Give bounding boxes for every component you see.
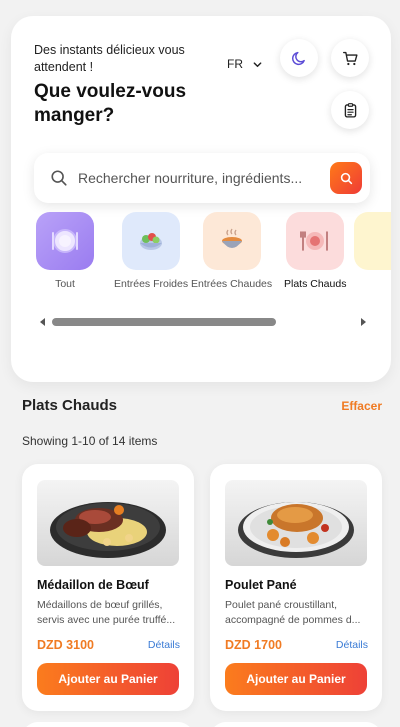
scrollbar-thumb[interactable] [52, 318, 276, 326]
product-description-line: Médaillons de bœuf grillés, [37, 599, 163, 611]
category-tile [36, 212, 94, 270]
scroll-right-icon[interactable] [358, 317, 368, 327]
search-icon [340, 172, 352, 184]
product-description-line: servis avec une purée truffé... [37, 614, 176, 626]
product-price: DZD 3100 [37, 638, 94, 652]
search-submit-button[interactable] [330, 162, 362, 194]
category-entrees-froides[interactable]: Entrées Froides [114, 212, 188, 290]
category-label: Entrées Chaudes [191, 278, 273, 290]
greeting-subtitle: Des instants délicieux vous attendent ! [34, 43, 185, 74]
details-link[interactable]: Détails [148, 639, 180, 651]
product-name: Médaillon de Bœuf [37, 578, 149, 592]
product-card-next [210, 722, 382, 727]
add-to-cart-button[interactable]: Ajouter au Panier [225, 663, 367, 695]
section-title: Plats Chauds [22, 397, 118, 414]
details-link[interactable]: Détails [336, 639, 368, 651]
product-description-line: Poulet pané croustillant, [225, 599, 338, 611]
theme-toggle-button[interactable] [280, 39, 318, 77]
product-image [225, 480, 367, 566]
cart-button[interactable] [331, 39, 369, 77]
scroll-left-icon[interactable] [38, 317, 48, 327]
chevron-down-icon [253, 61, 262, 67]
category-label: Tout [55, 278, 75, 290]
category-label: Entrées Froides [114, 278, 189, 290]
product-card: Poulet Pané Poulet pané croustillant, ac… [210, 464, 382, 711]
salad-icon [140, 233, 163, 250]
category-list: Tout Entrées Froides Entrées Chaudes Pla… [11, 212, 391, 308]
category-scrollbar[interactable] [38, 316, 368, 328]
category-label: Plats Chauds [284, 278, 347, 290]
product-description: Poulet pané croustillant, accompagné de … [225, 598, 367, 628]
chicken-dish-icon [238, 502, 354, 558]
beef-dish-icon [50, 502, 166, 558]
items-count: Showing 1-10 of 14 items [22, 434, 158, 448]
orders-button[interactable] [331, 91, 369, 129]
product-card-next [22, 722, 194, 727]
language-selector[interactable]: FR [227, 52, 262, 76]
search-bar [34, 153, 370, 203]
product-description: Médaillons de bœuf grillés, servis avec … [37, 598, 179, 628]
category-tile [122, 212, 181, 270]
category-more[interactable] [354, 212, 391, 270]
add-to-cart-button[interactable]: Ajouter au Panier [37, 663, 179, 695]
plate-cutlery-icon [300, 231, 329, 251]
product-price: DZD 1700 [225, 638, 282, 652]
category-entrees-chaudes[interactable]: Entrées Chaudes [191, 212, 272, 290]
category-tout[interactable]: Tout [36, 212, 94, 290]
product-name: Poulet Pané [225, 578, 297, 592]
search-input[interactable] [78, 170, 313, 186]
cart-icon [342, 51, 358, 65]
product-description-line: accompagné de pommes d... [225, 614, 361, 626]
category-tile [354, 212, 391, 270]
category-plats-chauds[interactable]: Plats Chauds [284, 212, 346, 290]
category-tile [202, 212, 261, 270]
category-tile [286, 212, 345, 270]
language-code: FR [227, 57, 243, 71]
product-image [37, 480, 179, 566]
plate-icon [52, 229, 78, 253]
soup-icon [221, 228, 242, 248]
clear-filter-button[interactable]: Effacer [341, 399, 382, 413]
search-icon [51, 170, 67, 186]
product-card: Médaillon de Bœuf Médaillons de bœuf gri… [22, 464, 194, 711]
moon-icon [291, 51, 305, 65]
clipboard-icon [344, 102, 356, 118]
page-title: Que voulez-vous manger? [34, 81, 187, 126]
